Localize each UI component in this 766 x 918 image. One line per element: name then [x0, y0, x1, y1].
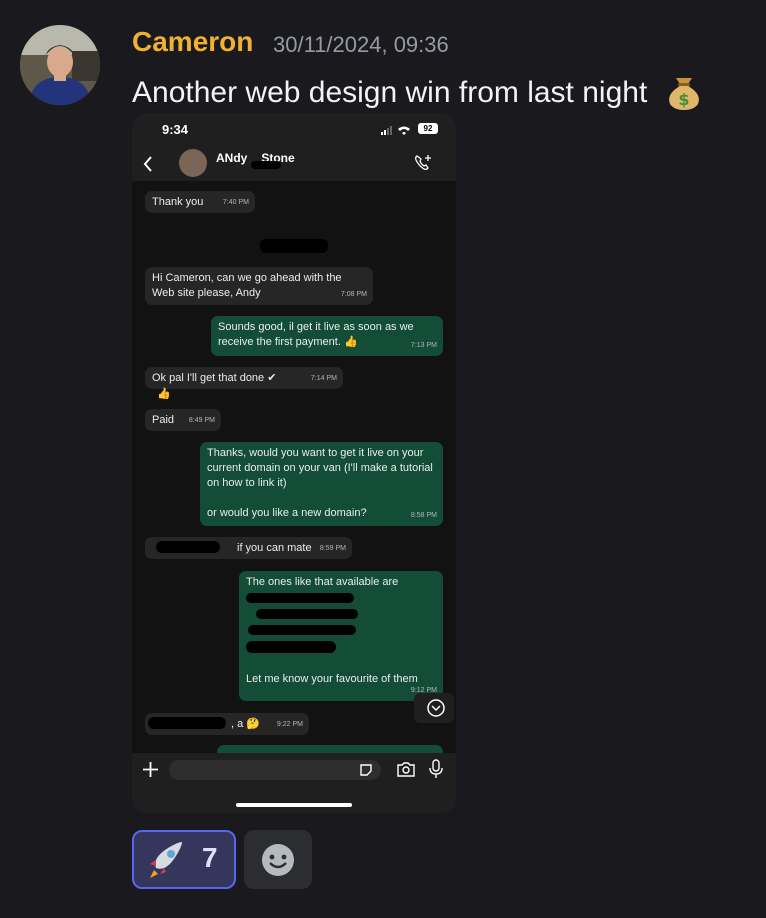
svg-text:$: $ [678, 90, 689, 109]
bubble-time: 8:49 PM [188, 417, 215, 424]
bubble-text-2: Let me know your favourite of them [246, 673, 418, 685]
bubble-time: 8:59 PM [319, 545, 346, 552]
message-timestamp: 30/11/2024, 09:36 [273, 32, 449, 57]
money-bag-icon: $ [662, 68, 706, 120]
bubble-time: 7:40 PM [222, 199, 249, 206]
rocket-icon [150, 842, 182, 878]
chat-screenshot[interactable]: 9:34 92 ANdy Stone Thank you 7:40 PM Hi C… [132, 113, 456, 813]
chat-messages[interactable]: Thank you 7:40 PM Hi Cameron, can we go … [132, 181, 456, 753]
bubble-text: Hi Cameron, can we go ahead with the Web… [152, 272, 342, 299]
bubble-time: 8:58 PM [410, 512, 437, 519]
message-bubble-outgoing[interactable]: Sounds good, il get it live as soon as w… [211, 316, 443, 356]
message-bubble-incoming[interactable]: Hi Cameron, can we go ahead with the Web… [145, 267, 373, 305]
message-bubble-incoming[interactable]: Thank you 7:40 PM [145, 191, 255, 213]
bubble-text: if you can mate [237, 542, 312, 554]
signal-wifi-icon [381, 126, 410, 135]
scroll-to-bottom-button[interactable] [414, 693, 454, 723]
message-text: Another web design win from last night [132, 75, 648, 109]
plus-icon[interactable] [142, 761, 159, 778]
call-add-icon[interactable] [413, 153, 433, 173]
rocket-reaction-button[interactable]: 7 [132, 830, 236, 889]
message-bubble-incoming[interactable]: Paid 8:49 PM [145, 409, 221, 431]
bubble-text: Sounds good, il get it live as soon as w… [218, 321, 414, 348]
chevron-down-icon [427, 699, 445, 717]
redaction-mark [260, 239, 328, 253]
message-bubble-outgoing-partial[interactable] [217, 745, 443, 753]
bubble-time: 7:08 PM [340, 291, 367, 298]
author-avatar[interactable] [20, 25, 100, 105]
bubble-text: , a 🤔 [231, 718, 260, 730]
bubble-text: The ones like that available are [246, 576, 399, 588]
reaction-count: 7 [202, 842, 218, 873]
message-composer [132, 753, 456, 813]
status-time: 9:34 [162, 122, 189, 137]
microphone-icon[interactable] [429, 759, 443, 779]
home-indicator [236, 803, 352, 807]
bubble-text: Thank you [152, 196, 204, 208]
add-reaction-icon [262, 844, 294, 876]
sticker-icon[interactable] [359, 763, 373, 777]
bubble-time: 7:13 PM [410, 342, 437, 349]
camera-icon[interactable] [396, 761, 416, 778]
redaction-mark [246, 641, 336, 653]
bubble-text-2: or would you like a new domain? [207, 507, 367, 519]
bubble-time: 7:14 PM [310, 375, 337, 382]
redaction-mark [148, 717, 226, 729]
redaction-mark [256, 609, 358, 619]
phone-status-bar: 9:34 92 [132, 113, 456, 147]
redaction-mark [251, 161, 281, 169]
bubble-text: Thanks, would you want to get it live on… [207, 447, 433, 489]
chat-header: ANdy Stone [132, 147, 456, 181]
message-bubble-incoming[interactable]: Ok pal I'll get that done ✔ 7:14 PM [145, 367, 343, 389]
author-name[interactable]: Cameron [132, 26, 253, 58]
redaction-mark [156, 541, 220, 553]
message-bubble-outgoing[interactable]: The ones like that available are Let me … [239, 571, 443, 701]
bubble-time: 9:22 PM [276, 721, 303, 728]
add-reaction-button[interactable] [244, 830, 312, 889]
message-bubble-outgoing[interactable]: Thanks, would you want to get it live on… [200, 442, 443, 526]
redaction-mark [248, 625, 356, 635]
battery-level: 92 [418, 123, 438, 134]
message-input[interactable] [169, 760, 381, 780]
thumbs-up-reaction[interactable]: 👍 [157, 387, 171, 400]
redaction-mark [246, 593, 354, 603]
contact-avatar[interactable] [179, 149, 207, 177]
bubble-text: Paid [152, 414, 175, 426]
bubble-text: Ok pal I'll get that done ✔ [152, 372, 277, 384]
back-icon[interactable] [142, 155, 154, 173]
